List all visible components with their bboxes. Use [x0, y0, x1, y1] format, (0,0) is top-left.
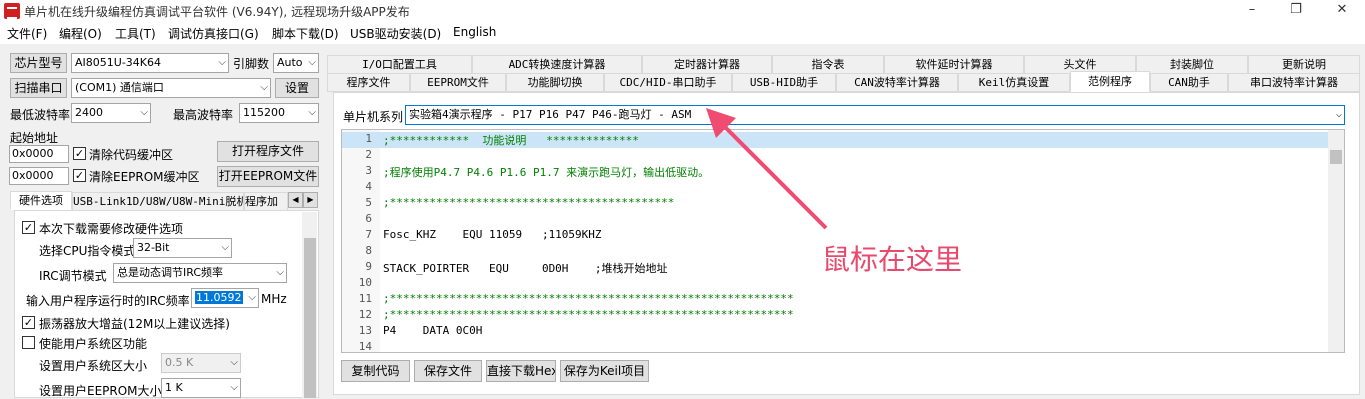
annotation-arrow-icon — [706, 108, 828, 230]
annotation-text: 鼠标在这里 — [822, 243, 963, 276]
